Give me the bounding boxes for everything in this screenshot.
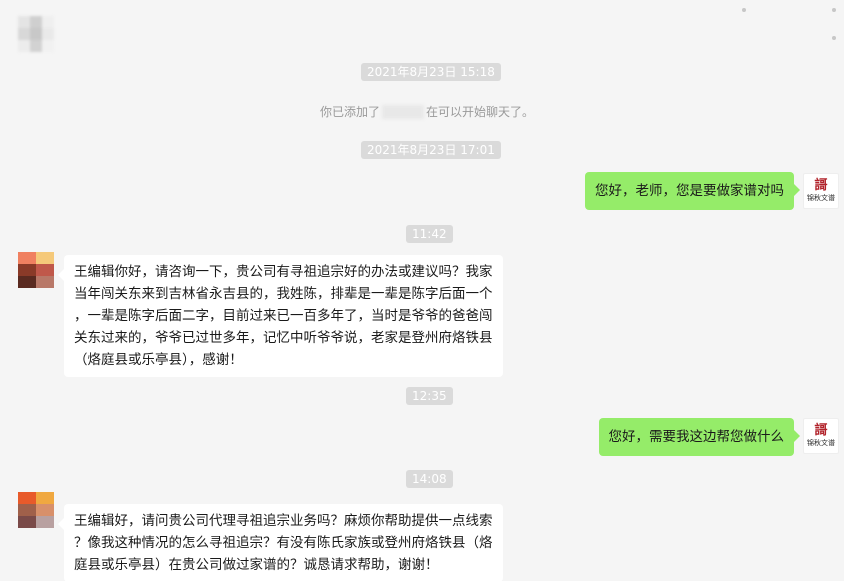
message-line: （烙庭县或乐亭县），感谢！ [74, 352, 243, 368]
incoming-message[interactable]: 王编辑你好，请咨询一下，贵公司有寻祖追宗好的办法或建议吗？我家 当年闯关东来到吉… [58, 255, 503, 377]
window-dot-icon [832, 36, 836, 40]
logo-mark-icon: 謌 [814, 178, 828, 193]
logo-text: 锦秋文谱 [807, 194, 835, 202]
timestamp: 2021年8月23日 15:18 [361, 63, 501, 81]
outgoing-message[interactable]: 您好，老师，您是要做家谱对吗 [585, 172, 800, 210]
self-avatar[interactable]: 謌 锦秋文谱 [803, 418, 839, 454]
contact-avatar-icon[interactable] [18, 16, 54, 52]
timestamp: 11:42 [406, 225, 453, 243]
timestamp: 14:08 [406, 470, 453, 488]
message-line: 当年闯关东来到吉林省永吉县的，我姓陈，排辈是一辈是陈字后面一个 [74, 286, 493, 302]
logo-mark-icon: 謌 [814, 423, 828, 438]
incoming-message[interactable]: 王编辑好，请问贵公司代理寻祖追宗业务吗？麻烦你帮助提供一点线索 ？像我这种情况的… [58, 504, 503, 581]
message-line: 关东过来的，爷爷已过世多年，记忆中听爷爷说，老家是登州府烙铁县 [74, 330, 493, 346]
outgoing-message[interactable]: 您好，需要我这边帮您做什么 [598, 418, 800, 456]
message-text: 您好，需要我这边帮您做什么 [608, 429, 785, 445]
system-note-text-start: 你已添加了 [320, 105, 381, 119]
message-line: 庭县或乐亭县）在贵公司做过家谱的？诚恳请求帮助，谢谢！ [74, 557, 439, 573]
peer-avatar[interactable] [18, 492, 54, 528]
peer-avatar[interactable] [18, 252, 54, 288]
redacted-name [382, 105, 425, 119]
self-avatar[interactable]: 謌 锦秋文谱 [803, 173, 839, 209]
window-dot-icon [832, 8, 836, 12]
message-text: 您好，老师，您是要做家谱对吗 [595, 183, 784, 199]
message-line: ，一辈是陈字后面二字，目前过来已一百多年了，当时是爷爷的爸爸闯 [74, 308, 493, 324]
system-note: 你已添加了 在可以开始聊天了。 [320, 104, 534, 120]
message-line: ？像我这种情况的怎么寻祖追宗？有没有陈氏家族或登州府烙铁县（烙 [74, 535, 493, 551]
timestamp: 2021年8月23日 17:01 [361, 141, 501, 159]
chat-header [0, 0, 844, 60]
system-note-text-end: 在可以开始聊天了。 [426, 105, 535, 119]
message-line: 王编辑你好，请咨询一下，贵公司有寻祖追宗好的办法或建议吗？我家 [74, 264, 493, 280]
message-line: 王编辑好，请问贵公司代理寻祖追宗业务吗？麻烦你帮助提供一点线索 [74, 513, 493, 529]
window-dot-icon [742, 8, 746, 12]
timestamp: 12:35 [406, 387, 453, 405]
logo-text: 锦秋文谱 [807, 439, 835, 447]
